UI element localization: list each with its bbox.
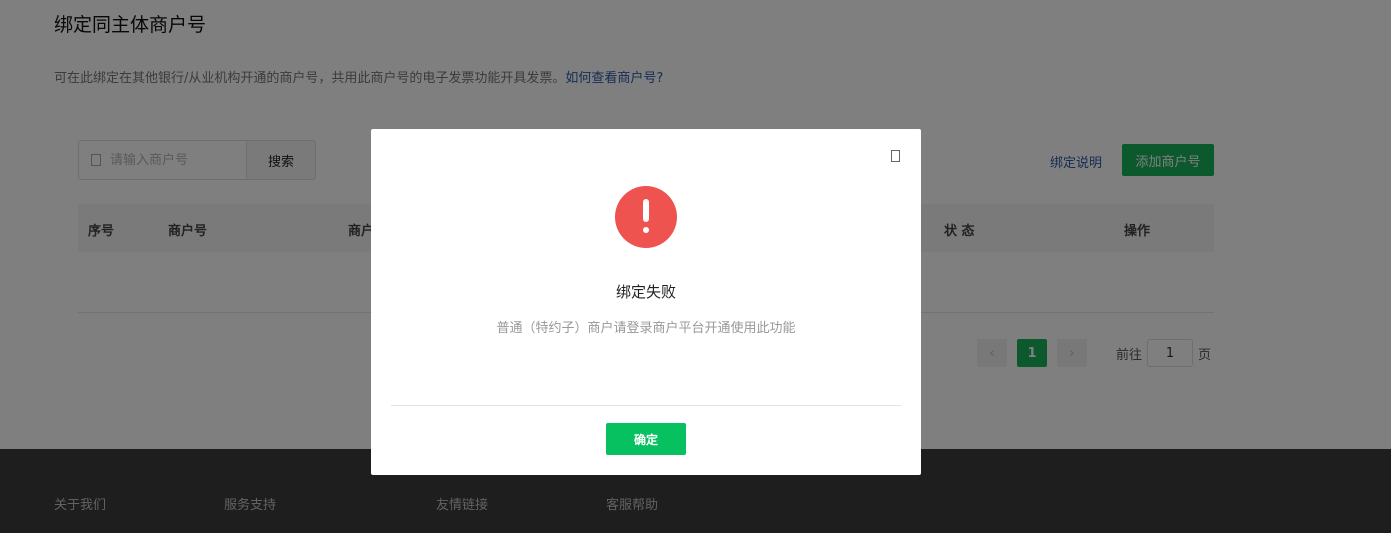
confirm-button[interactable]: 确定 [606,423,686,455]
close-icon[interactable] [891,150,900,162]
dialog-message: 普通（特约子）商户请登录商户平台开通使用此功能 [496,321,796,336]
error-dialog: 绑定失败 普通（特约子）商户请登录商户平台开通使用此功能 确定 [371,129,921,475]
dialog-title: 绑定失败 [615,283,676,301]
dialog-divider [391,405,901,406]
alert-icon [615,186,677,248]
